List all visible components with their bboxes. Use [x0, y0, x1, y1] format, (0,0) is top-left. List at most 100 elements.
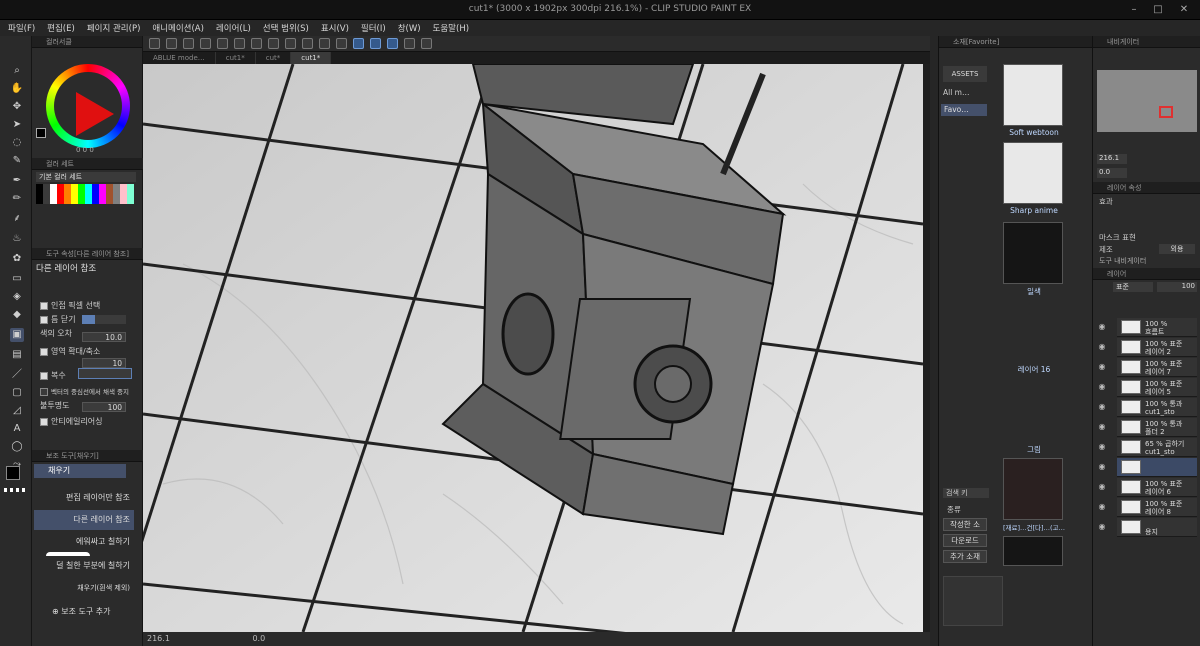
layer-row[interactable]: 100 % 표준 레이어 6 — [1117, 478, 1197, 497]
doc-tab[interactable]: ABLUE mode… — [143, 52, 216, 64]
menu-edit[interactable]: 편집(E) — [47, 22, 75, 34]
color-wheel[interactable] — [46, 64, 130, 148]
layer-row[interactable]: 용지 — [1117, 518, 1197, 537]
layer-row[interactable]: 100 % 통과 cut1_sto — [1117, 398, 1197, 417]
layer-row[interactable]: 100 % 표준 레이어 8 — [1117, 498, 1197, 517]
prop-area-scaling[interactable]: 영역 확대/축소 — [40, 346, 100, 357]
text-tool-icon[interactable]: A — [10, 422, 24, 436]
material-label[interactable]: 그림 — [991, 444, 1077, 455]
prop-adjacent[interactable]: 인접 픽셀 선택 — [40, 300, 100, 311]
subtool-group-tab[interactable]: 채우기 — [34, 464, 126, 478]
opacity-field[interactable]: 100 — [82, 402, 126, 412]
layer-row[interactable]: 100 % 표준 레이어 7 — [1117, 358, 1197, 377]
display-select[interactable]: 외용 — [1159, 244, 1195, 254]
navigator-viewport[interactable] — [1159, 106, 1173, 118]
minimize-button[interactable]: – — [1128, 4, 1140, 16]
zoom-tool-icon[interactable]: ⌕ — [10, 64, 24, 78]
gradient-tool-icon[interactable]: ▤ — [10, 348, 24, 362]
current-color-icon[interactable] — [36, 128, 46, 138]
material-label[interactable]: 일색 — [991, 286, 1077, 297]
blend-tool-icon[interactable]: ◈ — [10, 290, 24, 304]
search-filter-button[interactable]: 다운로드 — [943, 534, 987, 547]
color-swatch[interactable] — [106, 199, 113, 204]
airbrush-tool-icon[interactable]: ♨ — [10, 232, 24, 246]
color-swatch[interactable] — [127, 199, 134, 204]
layer-visibility-icon[interactable]: ◉ — [1097, 402, 1107, 412]
material-label[interactable]: 레이어 16 — [991, 364, 1077, 375]
undo-icon[interactable] — [217, 38, 228, 49]
color-swatch[interactable] — [36, 199, 43, 204]
area-scaling-field[interactable]: 10 — [82, 358, 126, 368]
fill-tool-icon[interactable]: ◆ — [10, 308, 24, 322]
color-swatch[interactable] — [57, 199, 64, 204]
save-icon[interactable] — [183, 38, 194, 49]
layer-visibility-icon[interactable]: ◉ — [1097, 382, 1107, 392]
export-icon[interactable] — [200, 38, 211, 49]
doc-tab[interactable]: cut1* — [216, 52, 256, 64]
close-gap-slider[interactable] — [82, 315, 126, 324]
color-swatch[interactable] — [120, 199, 127, 204]
nav-zoom-field[interactable]: 216.1 — [1097, 154, 1127, 164]
close-button[interactable]: ✕ — [1178, 4, 1190, 16]
layer-visibility-icon[interactable]: ◉ — [1097, 362, 1107, 372]
menu-window[interactable]: 창(W) — [398, 22, 421, 34]
new-icon[interactable] — [149, 38, 160, 49]
layer-row[interactable]: 100 % 표준 레이어 2 — [1117, 338, 1197, 357]
material-thumb[interactable] — [1003, 536, 1063, 566]
layer-row[interactable]: 100 % 흐름트 — [1117, 318, 1197, 337]
navigator-preview[interactable] — [1097, 70, 1197, 132]
angle-readout[interactable]: 0.0 — [252, 634, 265, 643]
layer-visibility-icon[interactable]: ◉ — [1097, 422, 1107, 432]
maximize-button[interactable]: □ — [1152, 4, 1164, 16]
layer-visibility-icon[interactable]: ◉ — [1097, 322, 1107, 332]
prop-multiple[interactable]: 복수 — [40, 370, 66, 381]
color-swatch[interactable] — [50, 199, 57, 204]
menu-page[interactable]: 페이지 관리(P) — [87, 22, 141, 34]
menu-layer[interactable]: 레이어(L) — [216, 22, 251, 34]
balloon-tool-icon[interactable]: ◯ — [10, 440, 24, 454]
crop-icon[interactable] — [336, 38, 347, 49]
eraser-tool-icon[interactable]: ▭ — [10, 272, 24, 286]
snap-grid-icon[interactable] — [387, 38, 398, 49]
menu-animation[interactable]: 애니메이션(A) — [152, 22, 204, 34]
fill-icon[interactable] — [285, 38, 296, 49]
nav-angle-field[interactable]: 0.0 — [1097, 168, 1127, 178]
main-color-swatch[interactable] — [6, 466, 20, 480]
deselect-icon[interactable] — [319, 38, 330, 49]
settings-icon[interactable] — [251, 38, 262, 49]
opacity-select[interactable]: 100 — [1157, 282, 1197, 292]
share-icon[interactable] — [421, 38, 432, 49]
menu-selection[interactable]: 선택 범위(S) — [263, 22, 309, 34]
reference-layer-buttons[interactable] — [78, 368, 132, 379]
color-swatch[interactable] — [85, 199, 92, 204]
material-thumb[interactable] — [1003, 222, 1063, 284]
layer-row[interactable]: 100 % 통과 폴더 2 — [1117, 418, 1197, 437]
menu-view[interactable]: 표시(V) — [321, 22, 349, 34]
color-swatch[interactable] — [99, 199, 106, 204]
clear-icon[interactable] — [268, 38, 279, 49]
subtool-item-selected[interactable]: 다른 레이어 참조 — [34, 510, 134, 530]
menu-file[interactable]: 파일(F) — [8, 22, 35, 34]
color-swatch[interactable] — [78, 199, 85, 204]
layer-visibility-icon[interactable]: ◉ — [1097, 342, 1107, 352]
doc-tab-active[interactable]: cut1* — [291, 52, 332, 64]
open-icon[interactable] — [166, 38, 177, 49]
add-subtool-button[interactable]: ⊕ 보조 도구 추가 — [52, 606, 111, 617]
brush-tool-icon[interactable]: ⸙ — [10, 212, 24, 226]
tree-item-all[interactable]: All m… — [943, 88, 970, 97]
color-swatch[interactable] — [71, 199, 78, 204]
frame-tool-icon[interactable]: ▢ — [10, 386, 24, 400]
assets-button[interactable]: ASSETS — [943, 66, 987, 82]
fill-active-icon[interactable]: ▣ — [10, 328, 24, 342]
subtool-item[interactable]: 채우기(흰색 제외) — [34, 578, 134, 598]
tree-item-favorite[interactable]: Favo… — [941, 104, 987, 116]
pencil-tool-icon[interactable]: ✏ — [10, 192, 24, 206]
transparent-color-icon[interactable] — [4, 488, 28, 492]
redo-icon[interactable] — [234, 38, 245, 49]
operation-tool-icon[interactable]: ➤ — [10, 118, 24, 132]
canvas[interactable] — [143, 64, 923, 632]
layer-row[interactable]: 65 % 곱하기 cut1_sto — [1117, 438, 1197, 457]
layer-visibility-icon[interactable]: ◉ — [1097, 442, 1107, 452]
search-filter-button[interactable]: 추가 소재 — [943, 550, 987, 563]
subtool-item[interactable]: 편집 레이어만 참조 — [34, 488, 134, 508]
